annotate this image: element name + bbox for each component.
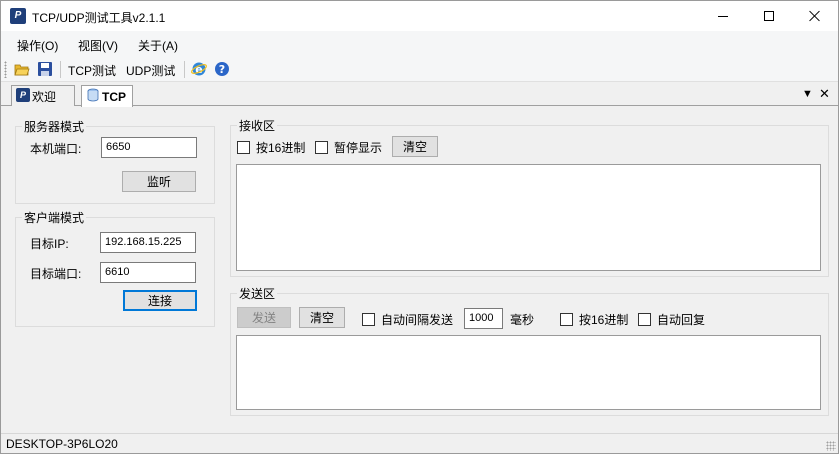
resize-grip-icon[interactable] bbox=[826, 441, 836, 451]
document-tab-strip: P 欢迎 TCP ▼ ✕ bbox=[1, 83, 838, 107]
menu-about[interactable]: 关于(A) bbox=[138, 37, 178, 54]
tcp-test-button[interactable]: TCP测试 bbox=[68, 62, 116, 79]
help-icon[interactable]: ? bbox=[214, 61, 230, 77]
auto-reply-label: 自动回复 bbox=[657, 313, 706, 327]
send-hex-label: 按16进制 bbox=[579, 313, 629, 327]
local-port-label: 本机端口: bbox=[30, 142, 82, 156]
menu-view[interactable]: 视图(V) bbox=[78, 37, 118, 54]
checkbox-box[interactable] bbox=[315, 141, 328, 154]
receive-hex-label: 按16进制 bbox=[256, 141, 306, 155]
toolbar-separator bbox=[184, 61, 185, 78]
close-tab-button[interactable]: ✕ bbox=[819, 86, 830, 102]
toolbar-grip[interactable] bbox=[4, 61, 7, 78]
send-group: 发送区 发送 清空 自动间隔发送 1000 毫秒 按16进制 自动回复 bbox=[230, 285, 829, 416]
maximize-icon bbox=[764, 11, 774, 21]
app-logo-icon: P bbox=[16, 88, 30, 102]
udp-test-button[interactable]: UDP测试 bbox=[126, 62, 175, 79]
close-icon bbox=[809, 10, 821, 22]
minimize-icon bbox=[718, 15, 728, 17]
checkbox-box[interactable] bbox=[362, 313, 375, 326]
toolbar: TCP测试 UDP测试 e ? bbox=[1, 57, 838, 82]
local-port-input[interactable]: 6650 bbox=[101, 137, 197, 158]
menu-operate[interactable]: 操作(O) bbox=[17, 37, 58, 54]
toolbar-separator bbox=[60, 61, 61, 78]
pause-display-checkbox[interactable]: 暂停显示 bbox=[315, 139, 382, 156]
checkbox-box[interactable] bbox=[237, 141, 250, 154]
target-ip-label: 目标IP: bbox=[30, 237, 69, 251]
maximize-button[interactable] bbox=[746, 1, 792, 31]
receive-textarea[interactable] bbox=[236, 164, 821, 271]
target-ip-input[interactable]: 192.168.15.225 bbox=[100, 232, 196, 253]
receive-hex-checkbox[interactable]: 按16进制 bbox=[237, 139, 305, 156]
app-window: P TCP/UDP测试工具v2.1.1 操作(O) 视图(V) 关于(A) TC… bbox=[0, 0, 839, 454]
send-hex-checkbox[interactable]: 按16进制 bbox=[560, 311, 628, 328]
svg-text:?: ? bbox=[219, 63, 225, 76]
send-title: 发送区 bbox=[237, 285, 278, 302]
target-port-label: 目标端口: bbox=[30, 267, 82, 281]
pause-display-label: 暂停显示 bbox=[334, 141, 383, 155]
ie-browser-icon[interactable]: e bbox=[191, 61, 207, 77]
database-icon bbox=[87, 88, 99, 102]
send-clear-button[interactable]: 清空 bbox=[299, 307, 345, 328]
app-logo-icon: P bbox=[10, 8, 26, 24]
auto-reply-checkbox[interactable]: 自动回复 bbox=[638, 311, 705, 328]
tab-welcome[interactable]: P 欢迎 bbox=[11, 85, 75, 106]
interval-unit-label: 毫秒 bbox=[510, 313, 535, 327]
close-window-button[interactable] bbox=[792, 1, 838, 31]
status-bar: DESKTOP-3P6LO20 bbox=[1, 433, 838, 453]
auto-send-checkbox[interactable]: 自动间隔发送 bbox=[362, 311, 453, 328]
auto-send-label: 自动间隔发送 bbox=[381, 313, 454, 327]
send-textarea[interactable] bbox=[236, 335, 821, 410]
minimize-button[interactable] bbox=[700, 1, 746, 31]
open-folder-icon[interactable] bbox=[14, 61, 30, 77]
target-port-input[interactable]: 6610 bbox=[100, 262, 196, 283]
send-button[interactable]: 发送 bbox=[237, 307, 291, 328]
save-icon[interactable] bbox=[37, 61, 53, 77]
tab-tcp-label: TCP bbox=[102, 89, 126, 104]
server-mode-group: 服务器模式 本机端口: 6650 监听 bbox=[15, 118, 215, 204]
receive-clear-button[interactable]: 清空 bbox=[392, 136, 438, 157]
connect-button[interactable]: 连接 bbox=[123, 290, 197, 311]
title-bar[interactable]: P TCP/UDP测试工具v2.1.1 bbox=[1, 1, 838, 31]
tab-tcp[interactable]: TCP bbox=[81, 85, 133, 107]
tab-list-dropdown[interactable]: ▼ bbox=[802, 88, 813, 100]
client-mode-title: 客户端模式 bbox=[22, 209, 87, 226]
checkbox-box[interactable] bbox=[560, 313, 573, 326]
listen-button[interactable]: 监听 bbox=[122, 171, 196, 192]
server-mode-title: 服务器模式 bbox=[22, 118, 87, 135]
client-mode-group: 客户端模式 目标IP: 192.168.15.225 目标端口: 6610 连接 bbox=[15, 209, 215, 327]
tab-welcome-label: 欢迎 bbox=[32, 89, 57, 104]
menu-bar: 操作(O) 视图(V) 关于(A) bbox=[1, 31, 838, 57]
receive-title: 接收区 bbox=[237, 117, 278, 134]
tcp-panel: 服务器模式 本机端口: 6650 监听 客户端模式 目标IP: 192.168.… bbox=[1, 106, 838, 433]
send-interval-input[interactable]: 1000 bbox=[464, 308, 503, 329]
checkbox-box[interactable] bbox=[638, 313, 651, 326]
computer-name-status: DESKTOP-3P6LO20 bbox=[6, 437, 118, 451]
window-title: TCP/UDP测试工具v2.1.1 bbox=[32, 11, 166, 25]
receive-group: 接收区 按16进制 暂停显示 清空 bbox=[230, 117, 829, 277]
